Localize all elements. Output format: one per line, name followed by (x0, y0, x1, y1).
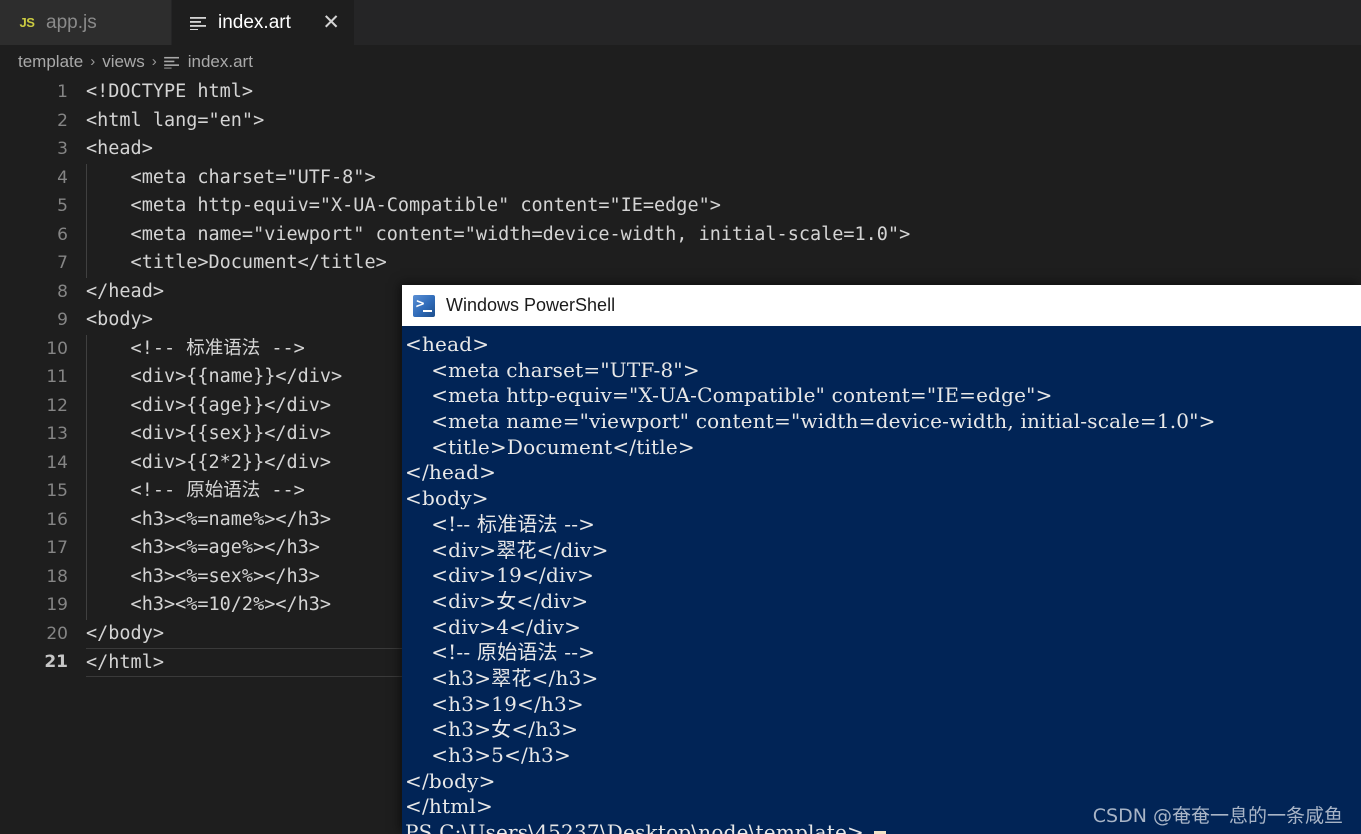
line-number: 14 (46, 452, 68, 473)
csdn-watermark: CSDN @奄奄一息的一条咸鱼 (1092, 805, 1343, 827)
code-line[interactable]: 4 <meta charset="UTF-8"> (0, 164, 1361, 193)
code-line[interactable]: 1 <!DOCTYPE html> (0, 78, 1361, 107)
chevron-right-icon: › (90, 53, 96, 70)
terminal-line: <div>女</div> (405, 588, 589, 613)
line-number: 7 (57, 253, 68, 273)
line-number: 2 (57, 110, 68, 131)
line-number: 15 (46, 481, 68, 501)
terminal-line: <!-- 标准语法 --> (405, 511, 596, 536)
terminal-line: <!-- 原始语法 --> (405, 640, 596, 665)
code-line[interactable]: 7 <title>Document</title> (0, 249, 1361, 278)
line-number: 10 (46, 338, 68, 359)
code-text: <title>Document</title> (86, 252, 387, 273)
chevron-right-icon: › (151, 53, 157, 70)
line-number: 9 (57, 310, 68, 330)
tab-label: app.js (46, 11, 97, 33)
line-number: 21 (44, 652, 68, 672)
line-number: 19 (46, 595, 68, 615)
code-line[interactable]: 6 <meta name="viewport" content="width=d… (0, 221, 1361, 250)
prompt-path: PS C:\Users\45237\Desktop\node\template> (405, 820, 864, 834)
tab-label: index.art (218, 11, 291, 33)
terminal-line: <h3>19</h3> (405, 691, 584, 716)
code-line[interactable]: 5 <meta http-equiv="X-UA-Compatible" con… (0, 192, 1361, 221)
code-text: <meta charset="UTF-8"> (86, 166, 376, 188)
line-number: 6 (57, 224, 68, 245)
terminal-line: <body> (405, 486, 489, 511)
line-number: 16 (46, 509, 68, 530)
line-number: 4 (57, 167, 68, 188)
terminal-line: <div>19</div> (405, 563, 595, 588)
close-icon[interactable]: ✕ (322, 12, 340, 33)
line-number: 5 (57, 196, 68, 216)
terminal-line: </body> (405, 768, 496, 793)
code-text: <meta name="viewport" content="width=dev… (86, 223, 911, 245)
tab-index-art[interactable]: index.art ✕ (172, 0, 355, 45)
terminal-line: </head> (405, 460, 497, 485)
code-line[interactable]: 2 <html lang="en"> (0, 107, 1361, 136)
powershell-icon (413, 294, 435, 317)
line-number: 8 (57, 281, 68, 302)
terminal-line: <h3>5</h3> (405, 743, 571, 767)
line-number: 17 (46, 538, 68, 558)
code-text: <html lang="en"> (86, 109, 265, 131)
breadcrumb: template › views › index.art (0, 45, 1361, 78)
code-line[interactable]: 3 <head> (0, 135, 1361, 164)
editor-tab-bar: JS app.js index.art ✕ (0, 0, 1361, 45)
powershell-title-bar[interactable]: Windows PowerShell (402, 285, 1361, 326)
code-text: <head> (86, 138, 153, 159)
line-number: 20 (46, 623, 68, 644)
code-text: <!DOCTYPE html> (86, 81, 254, 102)
terminal-line: <div>翠花</div> (405, 537, 609, 562)
powershell-window[interactable]: Windows PowerShell <head> <meta charset=… (402, 285, 1361, 834)
terminal-line: <meta http-equiv="X-UA-Compatible" conte… (405, 383, 1053, 408)
breadcrumb-item-views[interactable]: views (102, 52, 145, 72)
terminal-line: <meta name="viewport" content="width=dev… (405, 409, 1216, 434)
powershell-console-output[interactable]: <head> <meta charset="UTF-8"> <meta http… (402, 326, 1361, 834)
terminal-line: <meta charset="UTF-8"> (405, 357, 700, 382)
line-number: 1 (57, 82, 68, 102)
terminal-line: <h3>翠花</h3> (405, 665, 599, 690)
terminal-line: <head> (405, 332, 490, 356)
art-file-icon (188, 12, 210, 34)
terminal-line: <h3>女</h3> (405, 717, 579, 742)
breadcrumb-item-index-art[interactable]: index.art (188, 52, 253, 72)
terminal-lines-container: <head> <meta charset="UTF-8"> <meta http… (405, 332, 1361, 820)
window-title: Windows PowerShell (446, 295, 616, 315)
line-number: 11 (46, 367, 68, 387)
tab-bar-empty-space (355, 0, 1361, 45)
line-number: 3 (57, 139, 68, 159)
line-number: 18 (46, 566, 68, 587)
terminal-line: <title>Document</title> (405, 434, 695, 459)
line-number: 13 (46, 424, 68, 444)
breadcrumb-item-template[interactable]: template (18, 52, 83, 72)
terminal-line: <div>4</div> (405, 614, 582, 639)
tab-app-js[interactable]: JS app.js (0, 0, 172, 45)
screen-root: JS app.js index.art ✕ template › views ›… (0, 0, 1361, 834)
line-number: 12 (46, 395, 68, 416)
code-text: <meta http-equiv="X-UA-Compatible" conte… (86, 195, 721, 216)
js-file-icon: JS (19, 15, 35, 30)
art-file-icon (163, 56, 181, 69)
